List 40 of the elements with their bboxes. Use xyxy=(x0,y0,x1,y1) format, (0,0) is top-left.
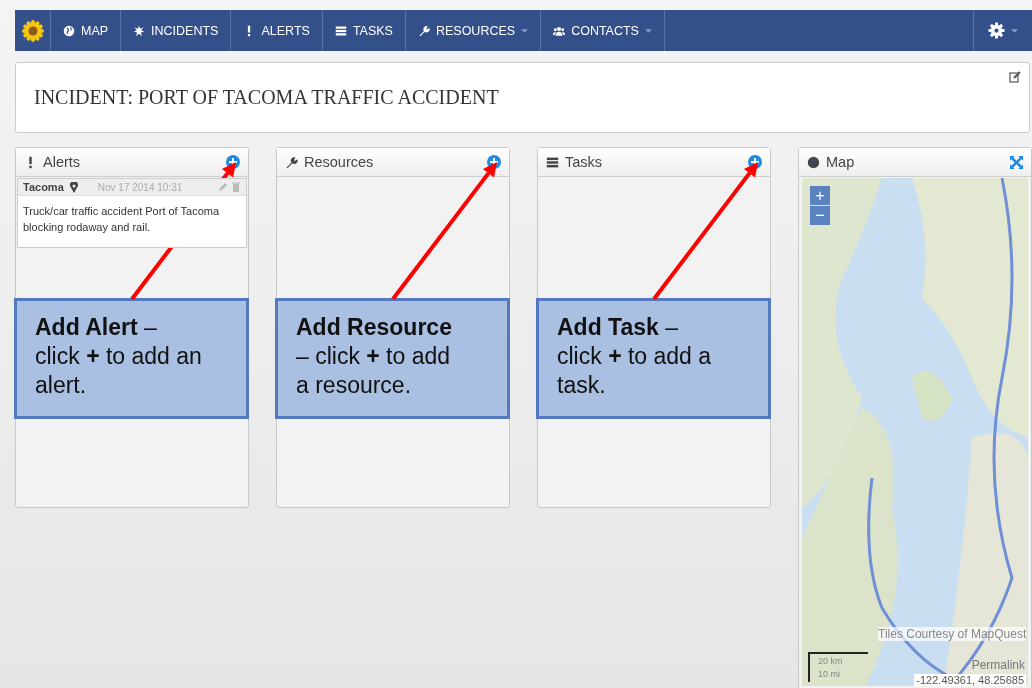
sunflower-logo-icon[interactable] xyxy=(21,19,44,42)
wrench-icon xyxy=(285,155,298,169)
list-icon xyxy=(546,155,559,169)
burst-icon xyxy=(133,24,146,37)
callout-note: Add Task – click + to add a task. xyxy=(536,298,771,419)
nav-menu-item[interactable]: MAP xyxy=(51,10,122,51)
alert-time: Nov 17 2014 10:31 xyxy=(97,181,183,193)
nav-menu-item[interactable]: CONTACTS xyxy=(541,10,665,51)
scale-label: 20 km xyxy=(818,656,844,666)
panel-title: Resources xyxy=(304,154,374,170)
incident-title: INCIDENT: PORT OF TACOMA TRAFFIC ACCIDENT xyxy=(34,86,499,109)
users-icon xyxy=(553,24,566,37)
zoom-in-button[interactable]: + xyxy=(810,186,830,205)
plus-icon xyxy=(490,158,498,166)
nav-menu-item[interactable]: TASKS xyxy=(322,10,406,51)
nav-menu-item[interactable]: RESOURCES xyxy=(405,10,542,51)
settings-icon xyxy=(988,22,1005,39)
list-icon xyxy=(334,24,347,37)
alert-location: Tacoma xyxy=(23,181,64,193)
expand-icon[interactable] xyxy=(1010,155,1023,169)
panel-title: Tasks xyxy=(565,154,603,170)
callout-note: Add Alert – click + to add an alert. xyxy=(14,298,249,419)
scale-label: 10 mi xyxy=(818,669,841,679)
panel-title: Alerts xyxy=(43,154,81,170)
map-attribution: Tiles Courtesy of MapQuest xyxy=(878,627,1027,641)
callout-note: Add Resource – click + to add a resource. xyxy=(275,298,510,419)
alert-text: Truck/car traffic accident Port of Tacoma blocking rodaway and rail. xyxy=(22,204,221,235)
plus-icon xyxy=(751,158,759,166)
panel-title: Map xyxy=(826,154,855,170)
globe-icon xyxy=(63,24,75,37)
nav-menu-item[interactable]: INCIDENTS xyxy=(121,10,232,51)
wrench-icon xyxy=(417,24,430,37)
edit-icon[interactable] xyxy=(1009,71,1021,83)
coordinates-readout: -122.49361, 48.25685 xyxy=(914,674,1026,686)
globe-icon xyxy=(807,155,820,169)
map-pin-icon xyxy=(69,181,78,193)
nav-menu-item[interactable]: ALERTS xyxy=(231,10,323,51)
zoom-out-button[interactable]: − xyxy=(810,206,830,225)
permalink-link[interactable]: Permalink xyxy=(971,658,1025,672)
plus-icon xyxy=(229,158,237,166)
